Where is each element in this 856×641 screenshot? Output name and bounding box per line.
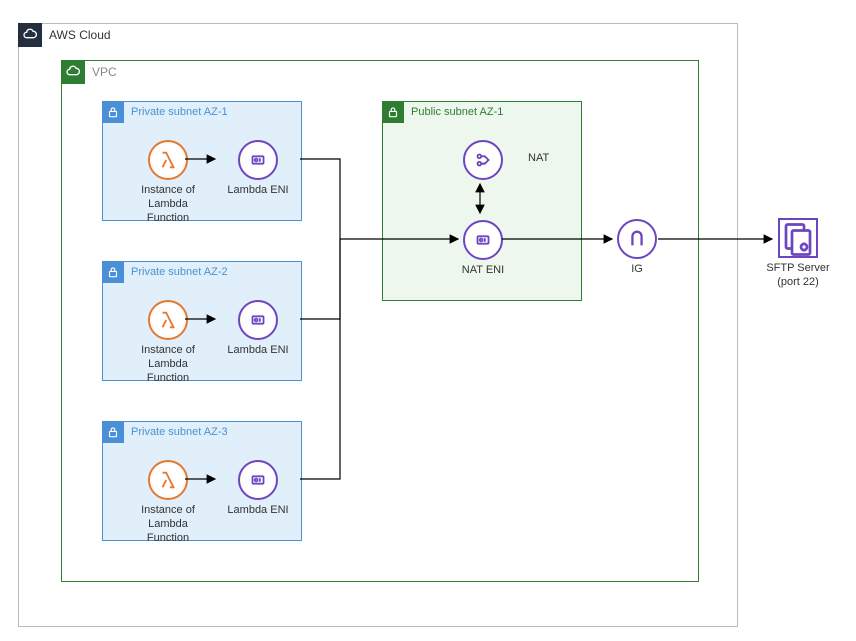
lambda-instance-node: Instance ofLambda Function <box>128 300 208 385</box>
eni-icon <box>238 460 278 500</box>
lambda-eni-node: Lambda ENI <box>218 460 298 518</box>
lambda-eni-node: Lambda ENI <box>218 300 298 358</box>
ig-icon <box>617 219 657 259</box>
lambda-instance-node: Instance ofLambda Function <box>128 140 208 225</box>
subnet-label: Private subnet AZ-1 <box>131 106 228 118</box>
node-label: Instance ofLambda Function <box>128 184 208 225</box>
vpc-icon <box>61 60 85 84</box>
lock-icon <box>102 261 124 283</box>
eni-icon <box>238 300 278 340</box>
node-label: Instance ofLambda Function <box>128 344 208 385</box>
private-subnet-az1: Private subnet AZ-1 Instance ofLambda Fu… <box>102 101 302 221</box>
lock-icon <box>382 101 404 123</box>
private-subnet-az3: Private subnet AZ-3 Instance ofLambda Fu… <box>102 421 302 541</box>
internet-gateway-node: IG <box>597 219 677 277</box>
node-label: Lambda ENI <box>227 504 288 518</box>
public-subnet-az1: Public subnet AZ-1 NAT <box>382 101 582 301</box>
node-label: Lambda ENI <box>227 184 288 198</box>
lock-icon <box>102 101 124 123</box>
nat-gateway-node <box>443 140 523 184</box>
node-label: Lambda ENI <box>227 344 288 358</box>
subnet-label: Private subnet AZ-2 <box>131 266 228 278</box>
aws-cloud-icon <box>18 23 42 47</box>
vpc-container: VPC Private subnet AZ-1 Instance ofLambd… <box>61 60 699 582</box>
sftp-server-node: SFTP Server(port 22) <box>758 218 838 290</box>
aws-cloud-label: AWS Cloud <box>49 28 111 42</box>
eni-icon <box>463 220 503 260</box>
subnet-label: Private subnet AZ-3 <box>131 426 228 438</box>
server-icon <box>778 218 818 258</box>
node-label: NAT ENI <box>462 264 504 278</box>
lambda-icon <box>148 300 188 340</box>
aws-cloud-container: AWS Cloud VPC Private subnet AZ-1 <box>18 23 738 627</box>
lambda-icon <box>148 140 188 180</box>
lock-icon <box>102 421 124 443</box>
lambda-icon <box>148 460 188 500</box>
node-label: Instance ofLambda Function <box>128 504 208 545</box>
eni-icon <box>238 140 278 180</box>
node-label: NAT <box>528 152 568 166</box>
vpc-label: VPC <box>92 65 117 79</box>
private-subnet-az2: Private subnet AZ-2 Instance ofLambda Fu… <box>102 261 302 381</box>
node-label: IG <box>631 263 643 277</box>
nat-icon <box>463 140 503 180</box>
subnet-label: Public subnet AZ-1 <box>411 106 503 118</box>
nat-eni-node: NAT ENI <box>443 220 523 278</box>
lambda-eni-node: Lambda ENI <box>218 140 298 198</box>
node-label: SFTP Server(port 22) <box>766 262 829 290</box>
lambda-instance-node: Instance ofLambda Function <box>128 460 208 545</box>
